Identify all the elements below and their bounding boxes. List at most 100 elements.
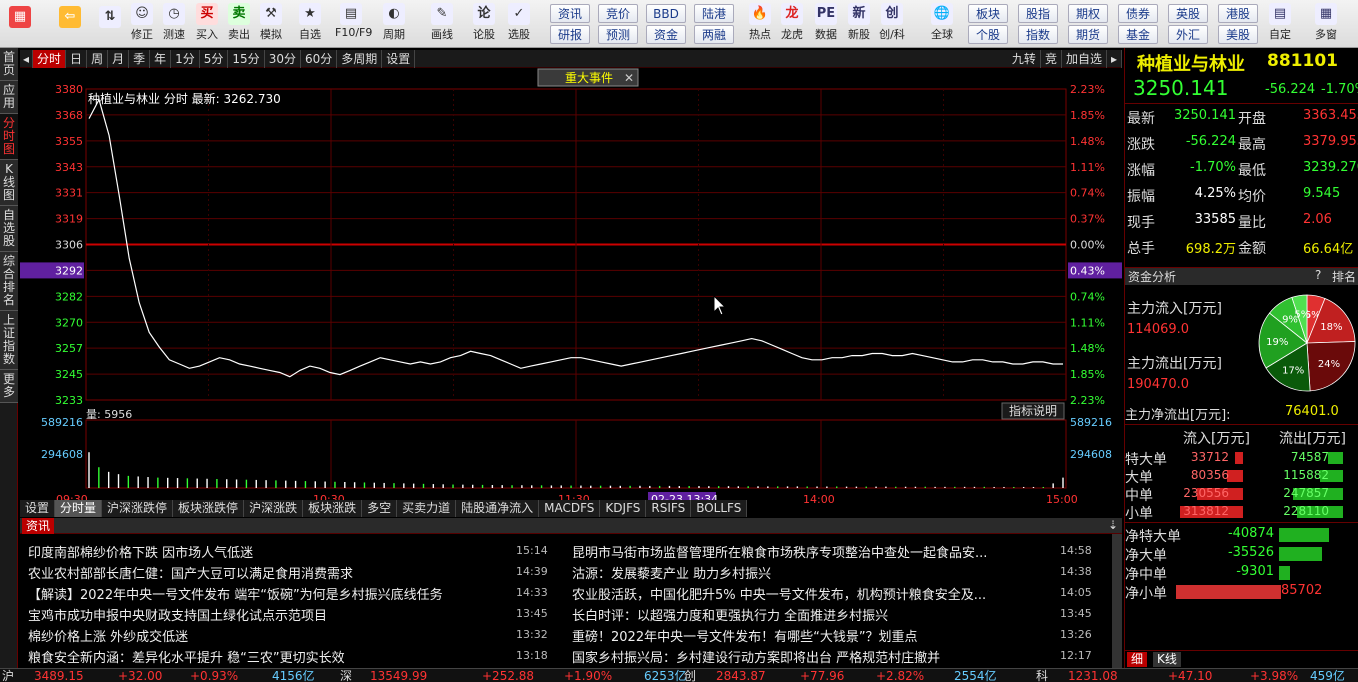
market-top-btn-3[interactable]: 债券 xyxy=(1118,4,1158,23)
period-tab-0[interactable]: 分时 xyxy=(33,50,67,68)
news-item[interactable]: 沽源：发展藜麦产业 助力乡村振兴 xyxy=(572,563,1048,582)
period-tab-10[interactable]: 60分 xyxy=(301,50,338,68)
toolbar-btn-1[interactable]: ⇦ xyxy=(54,6,86,48)
toolbar-btn-6[interactable]: 卖卖出 xyxy=(223,3,255,45)
indicator-tab-4[interactable]: 沪深涨跌 xyxy=(244,500,304,517)
period-tab-8[interactable]: 15分 xyxy=(228,50,265,68)
toolbar-btn-9[interactable]: ▤ F10/F9 xyxy=(335,3,372,45)
toolbar-btn-13[interactable]: ✓ 选股 xyxy=(503,3,535,45)
sidebar-item-5[interactable]: 综合排名 xyxy=(0,252,18,311)
period-tab-2[interactable]: 周 xyxy=(87,50,109,68)
period-tab-9[interactable]: 30分 xyxy=(265,50,301,68)
toolbar-mid-btn-5[interactable]: 🌐 全球 xyxy=(926,3,958,45)
toolbar-bottom-btn-2[interactable]: 资金 xyxy=(646,25,686,44)
indicator-tab-0[interactable]: 设置 xyxy=(20,500,56,517)
sidebar-item-3[interactable]: K线图 xyxy=(0,160,18,206)
intraday-chart[interactable]: 3380 2.23% 3368 1.85% 3355 1.48% 3343 1.11% 3331… xyxy=(20,68,1122,548)
period-tab-6[interactable]: 1分 xyxy=(171,50,200,68)
toolbar-top-btn-3[interactable]: 陆港 xyxy=(694,4,734,23)
detail-tab-1[interactable]: K线 xyxy=(1153,652,1181,667)
toolbar-btn-0[interactable]: ▦ xyxy=(4,6,36,48)
market-top-btn-5[interactable]: 港股 xyxy=(1218,4,1258,23)
period-right-btn-2[interactable]: 加自选 xyxy=(1062,50,1107,68)
news-item[interactable]: 农业股活跃，中国化肥升5% 中央一号文件发布，机构预计粮食安全及... xyxy=(572,584,1048,603)
toolbar-btn-8[interactable]: ★ 自选 xyxy=(294,3,326,45)
toolbar-top-btn-1[interactable]: 竞价 xyxy=(598,4,638,23)
rank-button[interactable]: 排名 xyxy=(1332,268,1356,285)
market-bottom-btn-5[interactable]: 美股 xyxy=(1218,25,1258,44)
indicator-tab-12[interactable]: BOLLFS xyxy=(691,500,748,517)
news-item[interactable]: 粮食安全新内涵：差异化水平提升 稳“三农”更切实长效 xyxy=(28,647,508,666)
toolbar-btn-11[interactable]: ✎ 画线 xyxy=(426,3,458,45)
menu-arrow-icon[interactable]: ▸ xyxy=(1107,50,1122,68)
toolbar-right-btn-1[interactable]: ▦ 多窗 xyxy=(1310,3,1342,45)
period-tab-5[interactable]: 年 xyxy=(150,50,172,68)
market-top-btn-2[interactable]: 期权 xyxy=(1068,4,1108,23)
market-bottom-btn-3[interactable]: 基金 xyxy=(1118,25,1158,44)
indicator-tab-6[interactable]: 多空 xyxy=(362,500,398,517)
news-item[interactable]: 昆明市马街市场监督管理所在粮食市场秩序专项整治中查处一起食品安... xyxy=(572,542,1048,561)
sidebar-item-2[interactable]: 分时图 xyxy=(0,114,18,160)
toolbar-top-btn-2[interactable]: BBD xyxy=(646,4,686,23)
toolbar-btn-10[interactable]: ◐ 周期 xyxy=(378,3,410,45)
news-item[interactable]: 重磅！2022年中央一号文件发布！有哪些“大钱景”？划重点 xyxy=(572,626,1048,645)
indicator-tab-1[interactable]: 分时量 xyxy=(55,500,103,517)
period-tab-4[interactable]: 季 xyxy=(129,50,151,68)
indicator-tab-3[interactable]: 板块涨跌停 xyxy=(173,500,245,517)
market-top-btn-0[interactable]: 板块 xyxy=(968,4,1008,23)
toolbar-bottom-btn-3[interactable]: 两融 xyxy=(694,25,734,44)
period-right-btn-0[interactable]: 九转 xyxy=(1008,50,1041,68)
toolbar-mid-btn-3[interactable]: 新新股 xyxy=(843,3,875,45)
period-tab-12[interactable]: 设置 xyxy=(382,50,416,68)
toolbar-btn-12[interactable]: 论论股 xyxy=(468,3,500,45)
indicator-tab-11[interactable]: RSIFS xyxy=(646,500,692,517)
period-tab-11[interactable]: 多周期 xyxy=(337,50,383,68)
indicator-tab-2[interactable]: 沪深涨跌停 xyxy=(102,500,174,517)
news-item[interactable]: 印度南部棉纱价格下跌 因市场人气低迷 xyxy=(28,542,508,561)
help-button[interactable]: ? xyxy=(1315,268,1321,282)
market-bottom-btn-4[interactable]: 外汇 xyxy=(1168,25,1208,44)
sidebar-item-4[interactable]: 自选股 xyxy=(0,206,18,252)
indicator-tab-7[interactable]: 买卖力道 xyxy=(397,500,457,517)
close-icon[interactable]: ✕ xyxy=(624,71,634,85)
news-item[interactable]: 国家乡村振兴局：乡村建设行动方案即将出台 严格规范村庄撤并 xyxy=(572,647,1048,666)
period-tab-7[interactable]: 5分 xyxy=(200,50,229,68)
detail-tab-0[interactable]: 细 xyxy=(1127,652,1148,667)
sidebar-item-1[interactable]: 应用 xyxy=(0,81,18,114)
news-item[interactable]: 宝鸡市成功申报中央财政支持国土绿化试点示范项目 xyxy=(28,605,508,624)
indicator-tab-8[interactable]: 陆股通净流入 xyxy=(456,500,540,517)
news-tab[interactable]: 资讯 xyxy=(22,518,55,534)
period-tab-3[interactable]: 月 xyxy=(108,50,130,68)
sidebar-item-7[interactable]: 更多 xyxy=(0,370,18,403)
toolbar-top-btn-0[interactable]: 资讯 xyxy=(550,4,590,23)
toolbar-btn-7[interactable]: ⚒ 模拟 xyxy=(255,3,287,45)
toolbar-right-btn-0[interactable]: ▤ 自定 xyxy=(1264,3,1296,45)
market-bottom-btn-0[interactable]: 个股 xyxy=(968,25,1008,44)
indicator-tab-5[interactable]: 板块涨跌 xyxy=(303,500,363,517)
toolbar-bottom-btn-0[interactable]: 研报 xyxy=(550,25,590,44)
toolbar-mid-btn-1[interactable]: 龙龙虎 xyxy=(776,3,808,45)
scroll-down-icon[interactable]: ⇣ xyxy=(1108,518,1118,532)
toolbar-mid-btn-2[interactable]: PE 数据 xyxy=(810,3,842,45)
sidebar-item-6[interactable]: 上证指数 xyxy=(0,311,18,370)
news-item[interactable]: 棉纱价格上涨 外纱成交低迷 xyxy=(28,626,508,645)
indicator-tab-10[interactable]: KDJFS xyxy=(600,500,647,517)
news-item[interactable]: 【解读】2022年中央一号文件发布 端牢“饭碗”为何是乡村振兴底线任务 xyxy=(28,584,508,603)
news-item[interactable]: 长白时评：以超强力度和更强执行力 全面推进乡村振兴 xyxy=(572,605,1048,624)
market-bottom-btn-2[interactable]: 期货 xyxy=(1068,25,1108,44)
toolbar-mid-btn-0[interactable]: 🔥 热点 xyxy=(744,3,776,45)
period-tab-1[interactable]: 日 xyxy=(66,50,88,68)
indicator-tab-9[interactable]: MACDFS xyxy=(539,500,601,517)
toolbar-btn-5[interactable]: 买买入 xyxy=(191,3,223,45)
toolbar-btn-3[interactable]: ☺ 修正 xyxy=(126,3,158,45)
prev-arrow-icon[interactable]: ◂ xyxy=(20,50,34,68)
market-top-btn-4[interactable]: 英股 xyxy=(1168,4,1208,23)
market-top-btn-1[interactable]: 股指 xyxy=(1018,4,1058,23)
toolbar-bottom-btn-1[interactable]: 预测 xyxy=(598,25,638,44)
period-right-btn-1[interactable]: 竞 xyxy=(1041,50,1062,68)
news-scrollbar[interactable] xyxy=(1112,534,1122,668)
sidebar-item-0[interactable]: 首页 xyxy=(0,48,18,81)
toolbar-mid-btn-4[interactable]: 创创/科 xyxy=(876,3,908,45)
toolbar-btn-2[interactable]: ⇅ xyxy=(94,6,126,48)
news-item[interactable]: 农业农村部部长唐仁健：国产大豆可以满足食用消费需求 xyxy=(28,563,508,582)
